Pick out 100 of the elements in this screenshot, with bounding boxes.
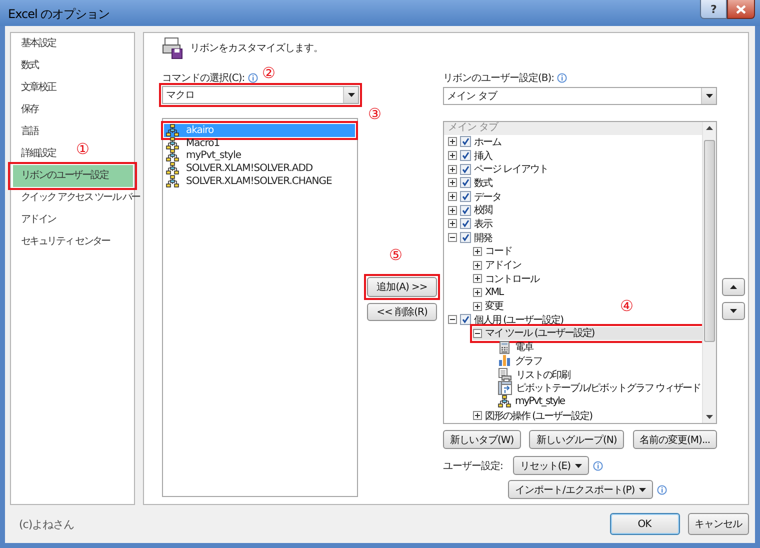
field-label: ユーザー設定: [443,460,503,472]
nav-item[interactable]: アドイン [13,209,58,231]
tree-row[interactable]: ホーム [448,135,503,149]
expand-icon[interactable] [448,206,457,215]
tree-label: マイ ツール (ユーザー設定) [485,326,594,340]
expand-icon[interactable] [473,288,482,297]
new-tab-button[interactable]: 新しいタブ(W) [443,430,521,449]
list-row[interactable]: SOLVER.XLAM!SOLVER.ADD [164,162,355,175]
list-row[interactable]: Macro1 [164,136,355,150]
ok-button[interactable]: OK [610,513,680,535]
expand-icon[interactable] [448,192,457,202]
nav-item[interactable]: クイック アクセス ツール バー [13,187,142,209]
tree-row[interactable]: 電卓 [498,340,535,354]
help-button[interactable]: ? [700,0,727,19]
tree-row[interactable]: ページ レイアウト [448,162,550,176]
tree-row[interactable]: 表示 [448,217,494,231]
expand-icon[interactable] [473,274,482,284]
nav-item[interactable]: 詳細設定 [13,143,58,165]
remove-button[interactable]: << 削除(R) [367,303,437,321]
caret-icon [348,93,354,97]
scrollbar[interactable] [702,122,716,423]
heading: リボンをカスタマイズします。 [190,42,323,55]
expand-icon[interactable] [448,151,457,160]
tree-row[interactable]: myPvt_style [498,395,567,409]
down-arrow-icon[interactable] [706,415,713,419]
tree-row[interactable]: XML [473,286,506,300]
close-button[interactable] [727,0,755,19]
list-row[interactable]: SOLVER.XLAM!SOLVER.CHANGE [164,174,355,188]
collapse-icon[interactable] [473,328,482,338]
tree-row[interactable]: 校閲 [448,203,494,218]
checkbox[interactable] [460,150,471,162]
cancel-button[interactable]: キャンセル [688,513,749,535]
rename-button[interactable]: 名前の変更(M)... [632,430,717,449]
tree-header: メイン タブ [444,122,702,135]
expand-icon[interactable] [448,164,457,174]
checkbox[interactable] [460,218,471,230]
dropdown[interactable]: マクロ [162,86,359,104]
tree-label: 数式 [474,176,492,190]
nav-item[interactable]: リボンのユーザー設定 [13,165,133,187]
tree-label: ページ レイアウト [474,163,548,176]
add-button[interactable]: 追加(A) >> [367,277,437,297]
expand-icon[interactable] [473,411,482,420]
checkbox[interactable] [460,232,471,244]
expand-icon[interactable] [473,246,482,256]
printer-icon [162,37,184,59]
collapse-icon[interactable] [448,315,457,324]
tree-row[interactable]: コントロール [473,272,541,286]
expand-icon[interactable] [473,302,482,311]
field-label: コマンドの選択(C): [162,72,245,85]
checkbox[interactable] [460,191,471,202]
tree-row[interactable]: 個人用 (ユーザー設定) [448,312,565,327]
tree-label: 個人用 (ユーザー設定) [474,314,563,327]
macro-icon [166,124,179,137]
collapse-icon[interactable] [448,233,457,242]
tree-label: コード [485,245,512,258]
up-arrow-icon[interactable] [706,126,713,130]
move-up-button[interactable] [722,278,745,296]
info-icon [592,460,602,470]
new-group-button[interactable]: 新しいグループ(N) [529,430,624,449]
ribbon-tree[interactable]: メイン タブ ホーム 挿入 ページ レイアウト 数式 データ 校閲 表示 開発 コード アドイン コントロール XML 変更 個人用 (ユーザー設定) マイ ツール (ユーザー設定) ④ 電卓 グラフ リストの印刷 ピボットテーブル/ピボットグラフ ウィザード myPvt_style 図形の操作 (ユーザー設定) [443,121,717,424]
tree-row[interactable]: コード [473,244,514,258]
nav-item[interactable]: 文章校正 [13,77,58,99]
tree-row[interactable]: リストの印刷 [498,368,572,382]
nav-item[interactable]: 言語 [13,121,40,143]
nav-item[interactable]: セキュリティ センター [13,231,112,253]
list-label: Macro1 [186,138,220,149]
import-export-button[interactable]: インポート/エクスポート(P) [508,480,653,499]
tree-row[interactable]: グラフ [498,354,544,368]
tree-row[interactable]: 数式 [448,176,494,190]
checkbox[interactable] [460,136,471,148]
tree-row[interactable]: 開発 [448,230,494,244]
caret-icon [706,94,712,98]
expand-icon[interactable] [448,219,457,228]
reset-button[interactable]: リセット(E) [512,456,588,475]
tree-label: リストの印刷 [516,368,570,382]
checkbox[interactable] [460,314,471,326]
credit-text: (c)よねさん [19,516,74,532]
macro-icon [166,162,179,175]
nav-item[interactable]: 保存 [13,99,40,121]
tree-row[interactable]: 図形の操作 (ユーザー設定) [473,408,594,422]
caret-icon [638,488,646,492]
move-down-button[interactable] [722,302,745,320]
annotation-number: ③ [368,106,381,122]
printer-icon [498,368,512,382]
dropdown[interactable]: メイン タブ [443,87,717,105]
list-row[interactable]: myPvt_style [164,149,355,162]
tree-row[interactable]: アドイン [473,258,523,272]
checkbox[interactable] [460,177,471,188]
tree-row[interactable]: 挿入 [448,148,494,162]
expand-icon[interactable] [448,137,457,146]
checkbox[interactable] [460,164,471,175]
tree-row[interactable]: 変更 [473,299,505,313]
calculator-icon [498,340,511,354]
tree-row[interactable]: マイ ツール (ユーザー設定) [473,326,702,340]
tree-row[interactable]: データ [448,190,503,204]
expand-icon[interactable] [473,260,482,270]
expand-icon[interactable] [448,178,457,188]
nav-item[interactable]: 基本設定 [13,33,58,55]
nav-item[interactable]: 数式 [13,55,40,77]
checkbox[interactable] [460,204,471,216]
